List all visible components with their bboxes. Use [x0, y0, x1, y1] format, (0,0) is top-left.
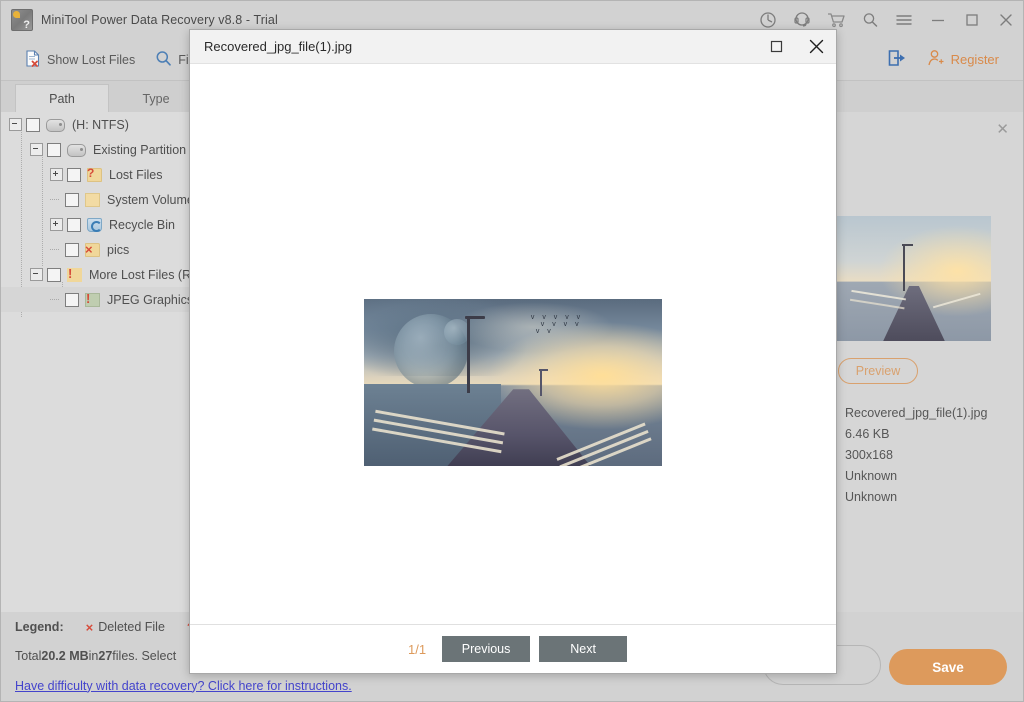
status-count: 27	[98, 649, 113, 663]
detail-value: 300x168	[845, 447, 893, 462]
help-link[interactable]: Have difficulty with data recovery? Clic…	[15, 679, 352, 693]
folder-question-icon	[87, 166, 102, 182]
tab-path[interactable]: Path	[15, 84, 109, 113]
legend-deleted-label: Deleted File	[98, 620, 165, 634]
minimize-icon[interactable]	[921, 1, 955, 39]
dialog-title-bar: Recovered_jpg_file(1).jpg	[190, 30, 836, 64]
detail-value: 6.46 KB	[845, 426, 890, 441]
tree-item-label: System Volume	[107, 192, 194, 207]
next-button-label: Next	[570, 642, 596, 656]
show-lost-files-label: Show Lost Files	[47, 52, 136, 67]
detail-value: Unknown	[845, 489, 898, 504]
preview-button-label: Preview	[855, 364, 901, 378]
image-birds: v v v v v v v v v v v	[530, 314, 584, 336]
tab-type-label: Type	[142, 91, 170, 106]
status-suffix: files. Select	[112, 649, 177, 663]
folder-deleted-icon	[85, 242, 100, 257]
search-icon[interactable]	[853, 1, 887, 39]
share-export-icon	[888, 49, 907, 70]
tree-item-label: Lost Files	[109, 167, 163, 182]
save-button-label: Save	[932, 659, 964, 675]
tree-checkbox[interactable]	[67, 167, 81, 182]
file-thumbnail	[837, 216, 991, 341]
expander-minus-icon[interactable]	[30, 143, 43, 156]
search-icon	[155, 50, 172, 70]
detail-value: Unknown	[845, 468, 898, 483]
dialog-controls	[756, 30, 836, 63]
tree-item-label: pics	[107, 242, 130, 257]
image-lamp-post	[464, 315, 485, 393]
status-middle: in	[88, 649, 99, 663]
tree-checkbox[interactable]	[47, 267, 61, 282]
close-icon[interactable]	[989, 1, 1023, 39]
show-lost-files-button[interactable]: Show Lost Files	[15, 39, 145, 80]
dialog-footer: 1/1 Previous Next	[190, 624, 836, 673]
folder-jpeg-icon	[85, 291, 100, 307]
previous-button[interactable]: Previous	[442, 636, 531, 662]
expander-plus-icon[interactable]	[50, 168, 63, 181]
legend-deleted-icon: ×	[85, 619, 94, 635]
tree-item-label: Recycle Bin	[109, 217, 175, 232]
document-x-icon	[25, 49, 41, 70]
tree-item-label: JPEG Graphics	[107, 292, 194, 307]
tree-checkbox[interactable]	[65, 192, 79, 207]
maximize-icon[interactable]	[955, 1, 989, 39]
status-prefix: Total	[15, 649, 42, 663]
thumbnail-railing-right	[932, 292, 988, 335]
tree-branch-line	[50, 194, 61, 205]
tree-branch-line	[50, 294, 61, 305]
find-label: Fi	[178, 52, 189, 67]
expander-minus-icon[interactable]	[30, 268, 43, 281]
previous-button-label: Previous	[461, 642, 511, 656]
tree-checkbox[interactable]	[65, 242, 79, 257]
next-button[interactable]: Next	[539, 636, 628, 662]
application-window: MiniTool Power Data Recovery v8.8 - Tria…	[0, 0, 1024, 702]
share-export-button[interactable]	[878, 49, 917, 70]
thumbnail-lamp	[902, 243, 914, 291]
image-lamp-distant	[538, 369, 548, 396]
detail-value: Recovered_jpg_file(1).jpg	[845, 405, 988, 420]
register-label: Register	[950, 52, 999, 67]
dialog-image-area: v v v v v v v v v v v	[190, 64, 836, 624]
preview-button[interactable]: Preview	[838, 358, 918, 384]
register-button[interactable]: Register	[917, 49, 1009, 70]
expander-minus-icon[interactable]	[9, 118, 22, 131]
recycle-bin-icon	[87, 217, 102, 232]
expander-plus-icon[interactable]	[50, 218, 63, 231]
maximize-icon[interactable]	[756, 30, 796, 63]
close-icon[interactable]	[796, 30, 836, 63]
detail-panel-close-icon[interactable]: ✕	[996, 122, 1009, 137]
folder-warning-icon	[67, 266, 82, 282]
tree-item-label: Existing Partition (N	[93, 142, 203, 157]
tree-item-label: More Lost Files (R	[89, 267, 192, 282]
save-button[interactable]: Save	[889, 649, 1007, 685]
image-preview-dialog: Recovered_jpg_file(1).jpg v v v v v v v …	[189, 29, 837, 674]
preview-image: v v v v v v v v v v v	[364, 299, 662, 466]
tree-checkbox[interactable]	[67, 217, 81, 232]
tree-checkbox[interactable]	[65, 292, 79, 307]
status-size: 20.2 MB	[41, 649, 89, 663]
app-logo-icon	[11, 9, 33, 31]
hamburger-menu-icon[interactable]	[887, 1, 921, 39]
drive-icon	[67, 143, 86, 157]
legend-title: Legend:	[15, 620, 64, 634]
dialog-title: Recovered_jpg_file(1).jpg	[204, 39, 353, 54]
folder-icon	[85, 192, 100, 207]
tree-item-label: (H: NTFS)	[72, 117, 129, 132]
tree-checkbox[interactable]	[47, 142, 61, 157]
window-title: MiniTool Power Data Recovery v8.8 - Tria…	[41, 13, 278, 27]
user-add-icon	[927, 49, 945, 70]
tree-branch-line	[50, 244, 61, 255]
toolbar-right-group: Register	[878, 49, 1023, 70]
thumbnail-railing-left	[847, 289, 907, 328]
tab-path-label: Path	[49, 92, 75, 106]
drive-icon	[46, 118, 65, 132]
tree-checkbox[interactable]	[26, 117, 40, 132]
page-indicator: 1/1	[408, 641, 427, 657]
